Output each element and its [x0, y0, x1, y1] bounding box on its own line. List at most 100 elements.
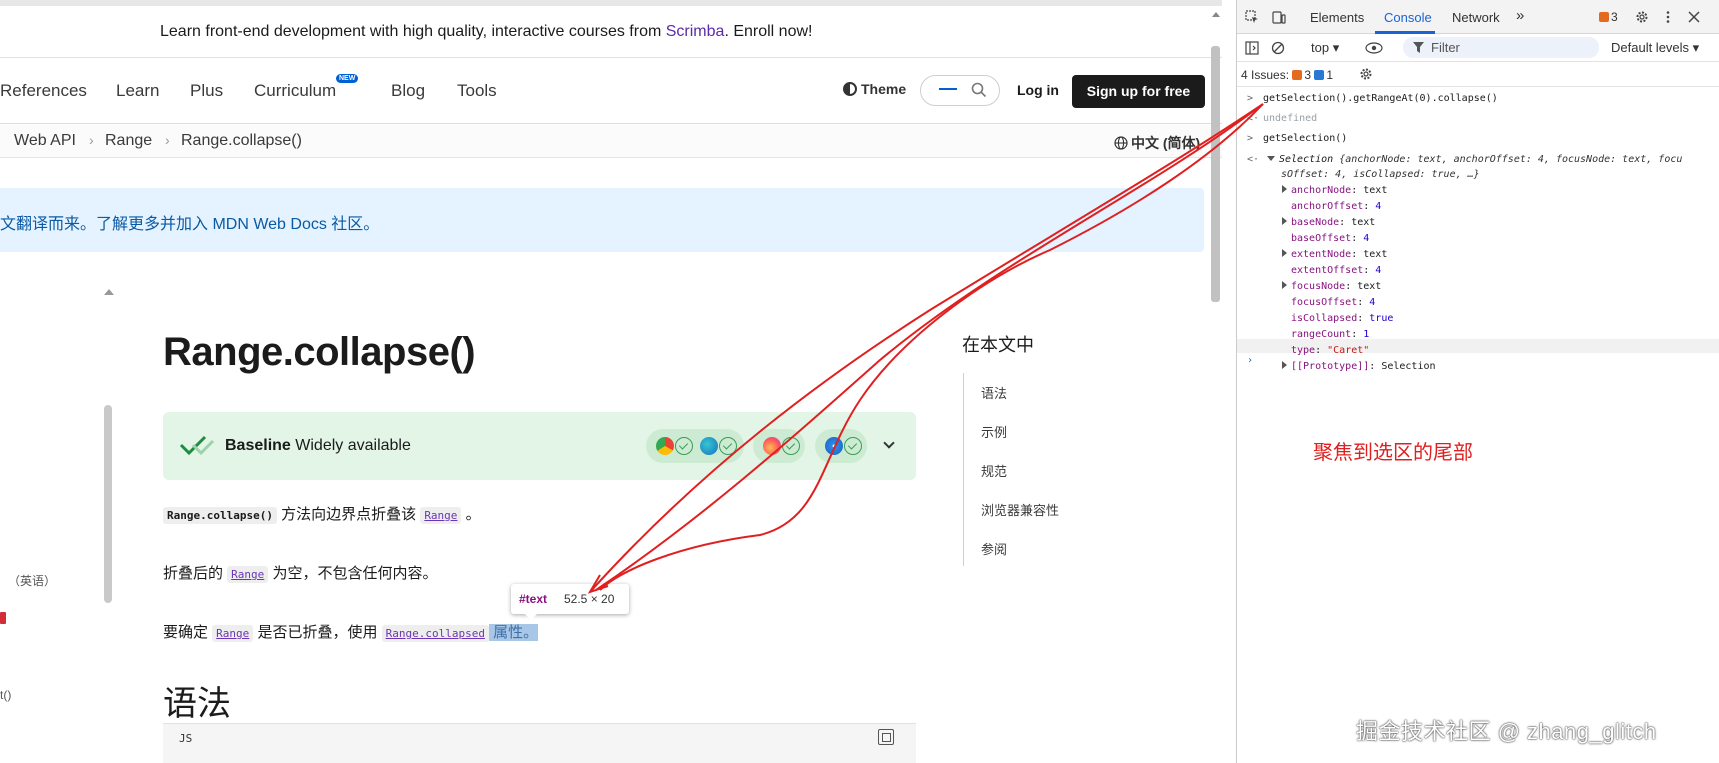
object-property-row[interactable]: anchorNode: text: [1237, 184, 1719, 200]
sidebar-scroll-up-icon[interactable]: [104, 289, 114, 295]
property-entry: focusNode: text: [1282, 281, 1381, 292]
info-icon: [1314, 70, 1325, 80]
theme-button[interactable]: Theme: [843, 81, 906, 97]
toc-item-compat[interactable]: 浏览器兼容性: [981, 500, 1059, 519]
scrollbar-thumb[interactable]: [1211, 46, 1220, 302]
settings-gear-icon[interactable]: [1635, 10, 1649, 24]
tooltip-arrow: [525, 614, 537, 620]
breadcrumb-separator: ›: [89, 132, 94, 148]
result-icon: <·: [1247, 113, 1260, 124]
firefox-icon: [763, 437, 781, 455]
range-link[interactable]: Range: [227, 566, 269, 583]
property-value: text: [1363, 249, 1388, 260]
expand-triangle-icon[interactable]: [1282, 249, 1287, 257]
search-input[interactable]: [920, 75, 1000, 106]
property-colon: :: [1345, 281, 1358, 292]
live-expression-eye-icon[interactable]: [1365, 41, 1383, 55]
sidebar-scrollbar[interactable]: [104, 405, 112, 603]
expand-triangle-icon[interactable]: [1282, 217, 1287, 225]
highlighted-text-node[interactable]: 属性。: [488, 624, 539, 641]
object-summary: {anchorNode: text, anchorOffset: 4, focu…: [1339, 154, 1683, 165]
issues-summary[interactable]: 4 Issues: 3 1: [1241, 68, 1333, 82]
language-switcher[interactable]: 中文 (简体): [1114, 133, 1200, 153]
nav-references[interactable]: References: [0, 81, 87, 101]
warning-icon: [1292, 70, 1303, 80]
paragraph-collapsed: 要确定 Range 是否已折叠，使用 Range.collapsed 属性。: [163, 621, 539, 642]
chevron-down-icon[interactable]: [883, 437, 895, 449]
console-input-line[interactable]: > getSelection().getRangeAt(0).collapse(): [1237, 92, 1719, 108]
tab-console[interactable]: Console: [1384, 10, 1432, 25]
sidebar-fragment[interactable]: t(): [0, 688, 11, 702]
breadcrumb-web-api[interactable]: Web API: [14, 132, 76, 150]
property-key: baseOffset: [1291, 233, 1352, 244]
context-value: top: [1311, 40, 1330, 55]
table-of-contents: 在本文中 语法 示例 规范 浏览器兼容性 参阅: [960, 328, 1160, 568]
property-value: text: [1363, 185, 1388, 196]
nav-curriculum[interactable]: Curriculum: [254, 81, 336, 101]
object-property-row[interactable]: baseNode: text: [1237, 216, 1719, 232]
property-value: 4: [1375, 201, 1382, 212]
console-prompt[interactable]: ›: [1237, 354, 1719, 370]
property-entry: rangeCount: 1: [1291, 329, 1369, 340]
expand-triangle-icon[interactable]: [1267, 156, 1275, 161]
object-preview-line[interactable]: <· Selection {anchorNode: text, anchorOff…: [1237, 153, 1719, 169]
console-command: getSelection(): [1263, 133, 1348, 144]
login-link[interactable]: Log in: [1017, 82, 1059, 98]
nav-blog[interactable]: Blog: [391, 81, 425, 101]
toc-item-specs[interactable]: 规范: [981, 461, 1007, 480]
property-key: anchorOffset: [1291, 201, 1364, 212]
range-collapsed-link[interactable]: Range.collapsed: [381, 625, 489, 642]
clear-console-icon[interactable]: [1271, 41, 1285, 55]
log-levels-value: Default levels: [1611, 40, 1690, 55]
toc-item-examples[interactable]: 示例: [981, 422, 1007, 441]
property-colon: :: [1339, 217, 1352, 228]
nav-learn[interactable]: Learn: [116, 81, 159, 101]
console-input-line[interactable]: > getSelection(): [1237, 132, 1719, 148]
context-selector[interactable]: top ▾: [1311, 40, 1339, 56]
console-output: > getSelection().getRangeAt(0).collapse()…: [1237, 88, 1719, 763]
theme-icon: [843, 82, 857, 96]
object-property-row: focusOffset: 4: [1237, 296, 1719, 312]
range-link[interactable]: Range: [212, 625, 254, 642]
nav-tools[interactable]: Tools: [457, 81, 497, 101]
breadcrumb-range[interactable]: Range: [105, 132, 152, 150]
expand-triangle-icon[interactable]: [1282, 185, 1287, 193]
copy-icon[interactable]: [878, 729, 894, 745]
nav-plus[interactable]: Plus: [190, 81, 223, 101]
expand-triangle-icon[interactable]: [1282, 281, 1287, 289]
sidebar-toggle-icon[interactable]: [1245, 41, 1259, 55]
log-levels-dropdown[interactable]: Default levels ▾: [1611, 40, 1699, 56]
more-tabs-icon[interactable]: »: [1516, 7, 1524, 24]
page-scrollbar[interactable]: [1211, 6, 1222, 763]
breadcrumb-separator: ›: [165, 132, 170, 148]
close-icon[interactable]: [1687, 10, 1701, 24]
tab-elements[interactable]: Elements: [1310, 10, 1364, 25]
device-toolbar-icon[interactable]: [1272, 10, 1286, 24]
issues-warn-count: 3: [1304, 68, 1312, 82]
object-property-row: rangeCount: 1: [1237, 328, 1719, 344]
para-text: 为空，不包含任何内容。: [268, 565, 438, 582]
scroll-up-icon[interactable]: [1212, 12, 1220, 17]
baseline-label: Baseline Widely available: [225, 437, 411, 455]
baseline-banner[interactable]: Baseline Widely available: [163, 412, 916, 480]
property-colon: :: [1351, 185, 1364, 196]
toc-item-syntax[interactable]: 语法: [981, 383, 1007, 402]
notice-text[interactable]: 文翻译而来。了解更多并加入 MDN Web Docs 社区。: [0, 210, 379, 234]
console-settings-gear-icon[interactable]: [1359, 67, 1373, 81]
sidebar-fragment[interactable]: （英语）: [8, 572, 56, 589]
tab-network[interactable]: Network: [1452, 10, 1500, 25]
signup-button[interactable]: Sign up for free: [1072, 75, 1205, 108]
baseline-bold: Baseline: [225, 437, 291, 454]
range-link[interactable]: Range: [420, 507, 462, 524]
inspect-element-icon[interactable]: [1245, 10, 1259, 24]
more-options-icon[interactable]: [1661, 10, 1675, 24]
language-label: 中文 (简体): [1131, 135, 1201, 151]
issues-badge[interactable]: 3: [1599, 10, 1618, 24]
property-key: focusNode: [1291, 281, 1346, 292]
toc-item-see-also[interactable]: 参阅: [981, 539, 1007, 558]
object-property-row[interactable]: extentNode: text: [1237, 248, 1719, 264]
promo-brand-link[interactable]: Scrimba: [666, 23, 725, 40]
object-property-row[interactable]: focusNode: text: [1237, 280, 1719, 296]
property-value: text: [1357, 281, 1382, 292]
filter-input[interactable]: Filter: [1403, 37, 1599, 58]
